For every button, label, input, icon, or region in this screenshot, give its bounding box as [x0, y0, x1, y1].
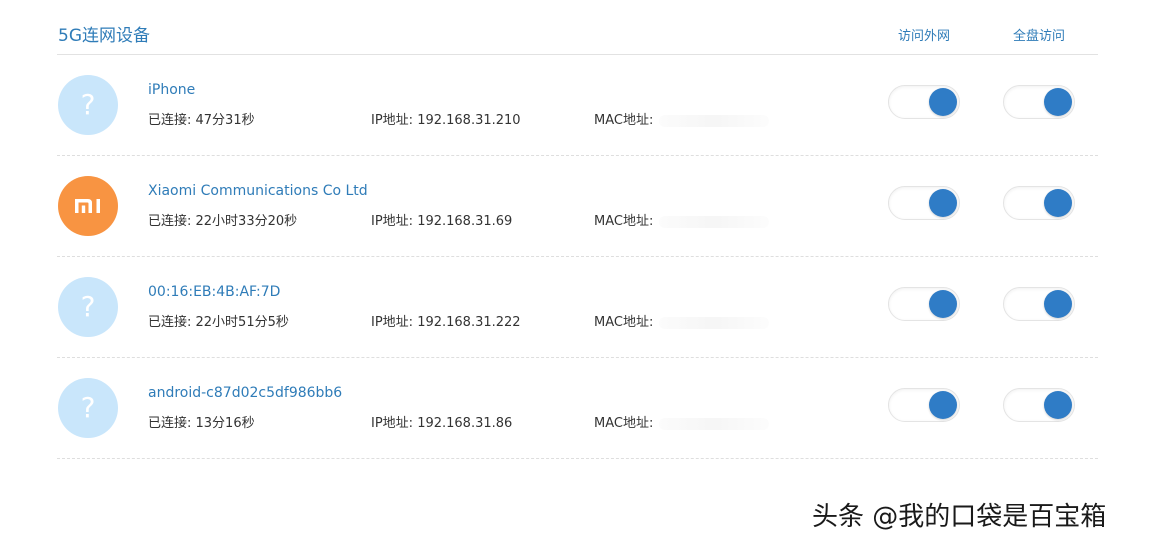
mac-address: MAC地址:	[594, 112, 770, 130]
mac-label: MAC地址:	[594, 416, 654, 431]
internet-access-toggle[interactable]	[888, 388, 960, 422]
device-row: Xiaomi Communications Co Ltd 已连接: 22小时33…	[57, 156, 1098, 257]
mac-address: MAC地址:	[594, 415, 770, 433]
full-disk-access-toggle[interactable]	[1003, 85, 1075, 119]
device-avatar: ?	[58, 277, 118, 337]
ip-label: IP地址:	[371, 416, 418, 431]
question-mark-icon: ?	[80, 391, 96, 424]
internet-access-toggle[interactable]	[888, 287, 960, 321]
mac-value-redacted	[659, 215, 770, 228]
toggle-knob	[1044, 88, 1072, 116]
mac-value-redacted	[659, 417, 770, 430]
connected-value: 22小时33分20秒	[195, 214, 298, 229]
mac-value-redacted	[659, 114, 770, 127]
device-name: android-c87d02c5df986bb6	[148, 385, 343, 401]
full-disk-access-toggle[interactable]	[1003, 186, 1075, 220]
ip-address: IP地址: 192.168.31.86	[371, 415, 512, 433]
ip-address: IP地址: 192.168.31.222	[371, 314, 521, 332]
connected-duration: 已连接: 22小时33分20秒	[148, 213, 297, 231]
ip-value: 192.168.31.86	[417, 416, 513, 431]
question-mark-icon: ?	[80, 88, 96, 121]
connected-duration: 已连接: 22小时51分5秒	[148, 314, 289, 332]
ip-value: 192.168.31.210	[417, 113, 521, 128]
device-row: ? android-c87d02c5df986bb6 已连接: 13分16秒 I…	[57, 358, 1098, 459]
device-avatar: ?	[58, 75, 118, 135]
toggle-knob	[929, 88, 957, 116]
ip-label: IP地址:	[371, 113, 418, 128]
toggle-knob	[929, 391, 957, 419]
full-disk-access-toggle[interactable]	[1003, 287, 1075, 321]
device-name: 00:16:EB:4B:AF:7D	[148, 284, 281, 300]
toggle-knob	[1044, 290, 1072, 318]
mac-address: MAC地址:	[594, 314, 770, 332]
ip-label: IP地址:	[371, 315, 418, 330]
watermark-text: 头条 @我的口袋是百宝箱	[812, 502, 1107, 532]
full-disk-access-toggle[interactable]	[1003, 388, 1075, 422]
question-mark-icon: ?	[80, 290, 96, 323]
list-header: 5G连网设备 访问外网 全盘访问	[57, 18, 1098, 55]
device-avatar: ?	[58, 378, 118, 438]
toggle-knob	[1044, 391, 1072, 419]
toggle-knob	[929, 189, 957, 217]
connected-label: 已连接:	[148, 113, 196, 128]
xiaomi-logo-icon	[75, 199, 100, 213]
toggle-knob	[929, 290, 957, 318]
connected-label: 已连接:	[148, 214, 196, 229]
mac-label: MAC地址:	[594, 214, 654, 229]
connected-label: 已连接:	[148, 315, 196, 330]
device-name: Xiaomi Communications Co Ltd	[148, 183, 368, 199]
internet-access-toggle[interactable]	[888, 186, 960, 220]
column-header-internet-access: 访问外网	[897, 29, 950, 44]
column-header-full-disk-access: 全盘访问	[1012, 29, 1065, 44]
mac-value-redacted	[659, 316, 770, 329]
ip-value: 192.168.31.69	[417, 214, 513, 229]
connected-value: 13分16秒	[195, 416, 255, 431]
connected-duration: 已连接: 13分16秒	[148, 415, 255, 433]
device-row: ? 00:16:EB:4B:AF:7D 已连接: 22小时51分5秒 IP地址:…	[57, 257, 1098, 358]
device-name: iPhone	[148, 82, 196, 98]
ip-value: 192.168.31.222	[417, 315, 521, 330]
connected-value: 22小时51分5秒	[195, 315, 289, 330]
internet-access-toggle[interactable]	[888, 85, 960, 119]
mac-address: MAC地址:	[594, 213, 770, 231]
ip-address: IP地址: 192.168.31.210	[371, 112, 521, 130]
connected-value: 47分31秒	[195, 113, 255, 128]
mac-label: MAC地址:	[594, 113, 654, 128]
device-list-panel: 5G连网设备 访问外网 全盘访问 ? iPhone 已连接: 47分31秒 IP…	[0, 0, 1158, 548]
connected-duration: 已连接: 47分31秒	[148, 112, 255, 130]
connected-label: 已连接:	[148, 416, 196, 431]
mac-label: MAC地址:	[594, 315, 654, 330]
toggle-knob	[1044, 189, 1072, 217]
device-avatar	[58, 176, 118, 236]
ip-label: IP地址:	[371, 214, 418, 229]
device-row: ? iPhone 已连接: 47分31秒 IP地址: 192.168.31.21…	[57, 55, 1098, 156]
ip-address: IP地址: 192.168.31.69	[371, 213, 512, 231]
section-title: 5G连网设备	[58, 26, 150, 46]
